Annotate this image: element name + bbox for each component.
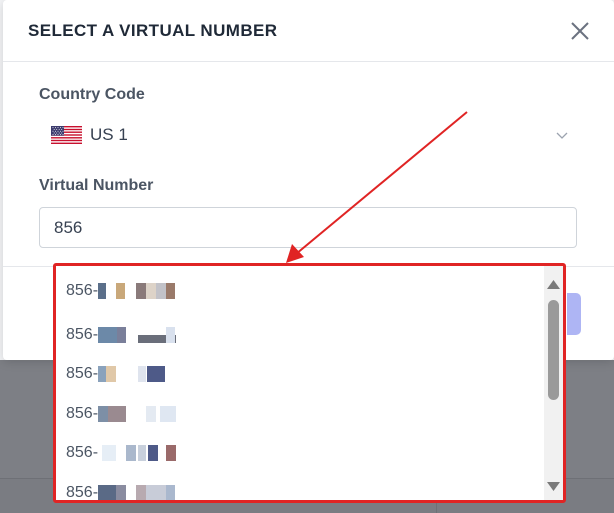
number-option-text: 856- bbox=[66, 325, 99, 343]
country-code-value: US 1 bbox=[90, 125, 128, 144]
number-option-text: 856- bbox=[66, 365, 99, 383]
virtual-number-input[interactable] bbox=[39, 207, 577, 248]
number-option-text: 856- bbox=[66, 404, 99, 422]
modal-header: SELECT A VIRTUAL NUMBER bbox=[3, 0, 614, 62]
dropdown-scrollbar[interactable] bbox=[544, 266, 563, 500]
number-option[interactable]: 856- bbox=[56, 355, 544, 395]
redacted-digits bbox=[98, 366, 178, 383]
redacted-digits bbox=[98, 484, 178, 500]
number-options-list: 856- 856- 856- 856- 856- 856- bbox=[56, 266, 544, 501]
number-option[interactable]: 856- bbox=[56, 266, 544, 315]
number-option-text: 856- bbox=[66, 483, 99, 501]
submit-button[interactable] bbox=[567, 293, 581, 335]
number-option[interactable]: 856- bbox=[56, 434, 544, 474]
virtual-number-dropdown: 856- 856- 856- 856- 856- 856- bbox=[53, 263, 566, 503]
triangle-down-icon[interactable] bbox=[546, 479, 561, 494]
number-option-text: 856- bbox=[66, 444, 99, 462]
redacted-digits bbox=[98, 405, 178, 422]
scrollbar-thumb[interactable] bbox=[548, 300, 559, 400]
redacted-digits bbox=[98, 445, 178, 462]
number-option-text: 856- bbox=[66, 281, 99, 299]
modal-title: SELECT A VIRTUAL NUMBER bbox=[28, 21, 278, 40]
close-button[interactable] bbox=[567, 18, 593, 44]
number-option[interactable]: 856- bbox=[56, 394, 544, 434]
number-option[interactable]: 856- bbox=[56, 473, 544, 501]
redacted-digits bbox=[98, 326, 178, 343]
redacted-digits bbox=[98, 282, 178, 299]
triangle-up-icon[interactable] bbox=[546, 277, 561, 292]
close-icon bbox=[571, 22, 589, 40]
country-code-label: Country Code bbox=[39, 86, 145, 103]
country-code-select[interactable]: US 1 bbox=[39, 114, 579, 156]
number-option[interactable]: 856- bbox=[56, 315, 544, 355]
chevron-down-icon bbox=[556, 132, 568, 139]
virtual-number-label: Virtual Number bbox=[39, 177, 154, 194]
us-flag-icon bbox=[51, 126, 82, 144]
